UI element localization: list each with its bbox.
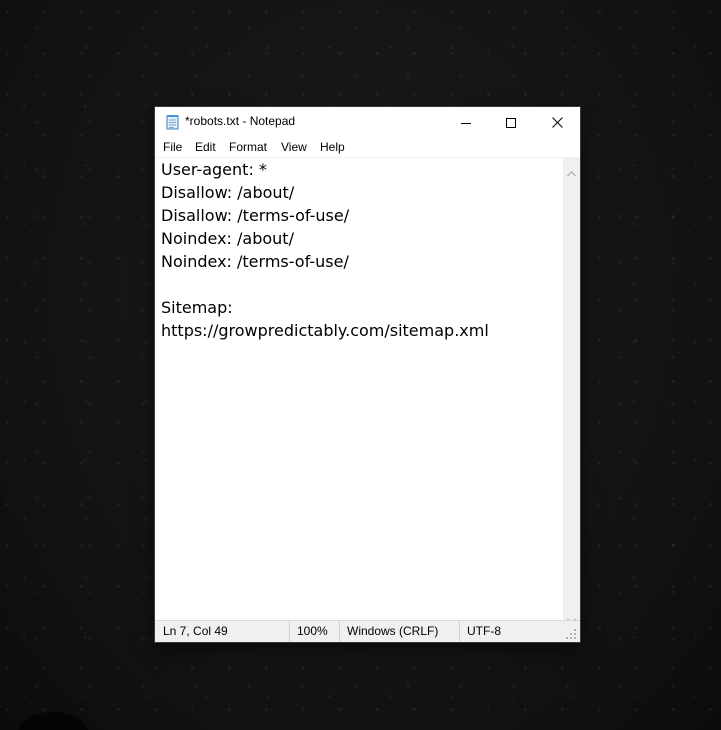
title-bar[interactable]: *robots.txt - Notepad <box>155 107 580 137</box>
menu-help[interactable]: Help <box>320 140 345 154</box>
maximize-button[interactable] <box>488 107 534 137</box>
desktop-background-shape <box>18 712 88 730</box>
notepad-icon <box>165 114 181 130</box>
zoom-level: 100% <box>289 621 328 642</box>
menu-bar: File Edit Format View Help <box>155 137 580 157</box>
menu-format[interactable]: Format <box>229 140 267 154</box>
scroll-up-arrow-icon[interactable] <box>567 162 576 177</box>
status-bar: Ln 7, Col 49 100% Windows (CRLF) UTF-8 <box>155 620 580 642</box>
vertical-scrollbar[interactable] <box>563 157 580 624</box>
encoding: UTF-8 <box>459 621 501 642</box>
cursor-position: Ln 7, Col 49 <box>163 624 228 638</box>
menu-view[interactable]: View <box>281 140 307 154</box>
line-ending: Windows (CRLF) <box>339 621 438 642</box>
menu-file[interactable]: File <box>163 140 182 154</box>
resize-grip-icon[interactable] <box>565 628 577 640</box>
minimize-button[interactable] <box>443 107 489 137</box>
notepad-window: *robots.txt - Notepad File Edit Format V… <box>155 107 580 642</box>
maximize-icon <box>506 113 516 132</box>
close-icon <box>551 113 563 132</box>
menu-edit[interactable]: Edit <box>195 140 216 154</box>
window-title: *robots.txt - Notepad <box>185 114 296 128</box>
scroll-down-arrow-icon[interactable] <box>567 609 576 624</box>
text-editor-area[interactable]: User-agent: * Disallow: /about/ Disallow… <box>155 157 563 620</box>
editor-content[interactable]: User-agent: * Disallow: /about/ Disallow… <box>161 158 489 342</box>
close-button[interactable] <box>534 107 580 137</box>
minimize-icon <box>461 113 471 132</box>
